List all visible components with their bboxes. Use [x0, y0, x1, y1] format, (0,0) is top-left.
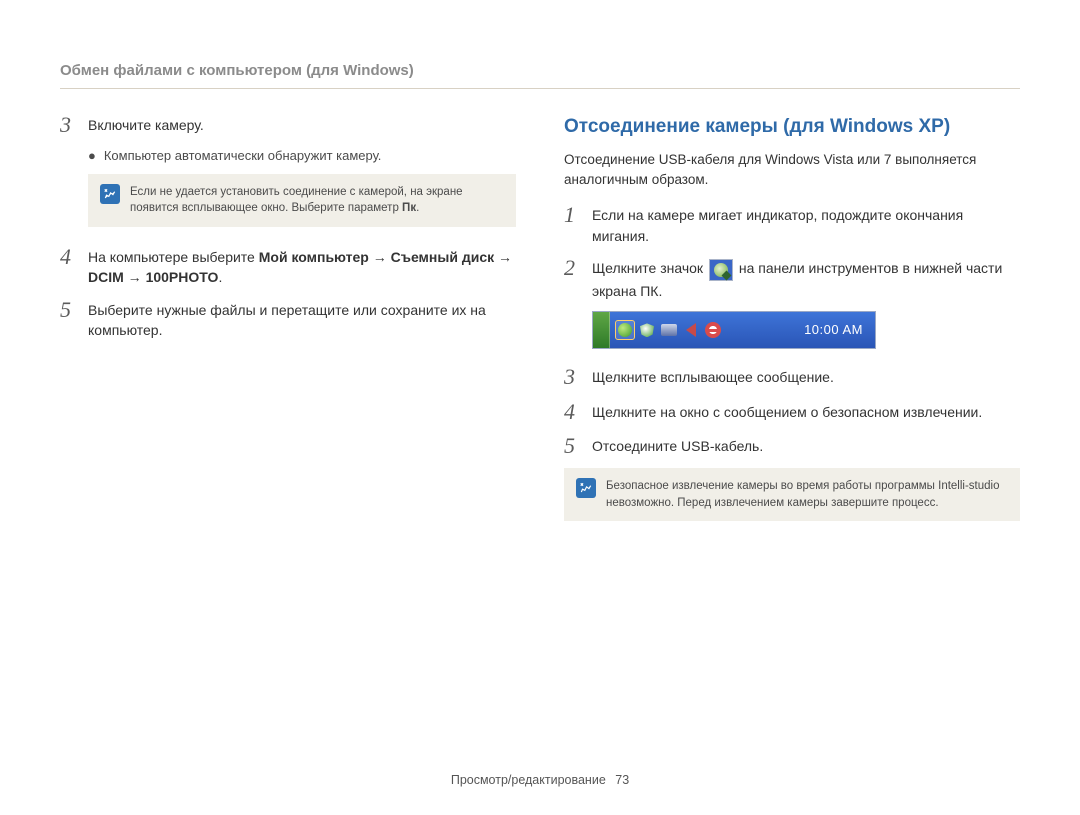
left-step-3: 3 Включите камеру. [60, 113, 516, 137]
tray-shield-icon [638, 321, 656, 339]
step-number: 2 [564, 256, 582, 280]
left-step-4: 4 На компьютере выберите Мой компьютер →… [60, 245, 516, 288]
step-text: На компьютере выберите Мой компьютер → С… [88, 245, 516, 288]
step-text: Включите камеру. [88, 113, 516, 135]
step-text: Выберите нужные файлы и перетащите или с… [88, 298, 516, 341]
taskbar-clock: 10:00 AM [792, 321, 875, 340]
page-footer: Просмотр/редактирование 73 [0, 771, 1080, 789]
tray-volume-icon [682, 321, 700, 339]
section-intro: Отсоединение USB-кабеля для Windows Vist… [564, 150, 1020, 189]
right-step-2: 2 Щелкните значок на панели инструментов… [564, 256, 1020, 301]
note-connection: Если не удается установить соединение с … [88, 174, 516, 227]
step-number: 4 [60, 245, 78, 269]
step-number: 1 [564, 203, 582, 227]
content-columns: 3 Включите камеру. ● Компьютер автоматич… [60, 113, 1020, 539]
note-intelli-studio: Безопасное извлечение камеры во время ра… [564, 468, 1020, 521]
note-icon [576, 478, 596, 498]
page-header: Обмен файлами с компьютером (для Windows… [60, 60, 1020, 89]
footer-section: Просмотр/редактирование [451, 773, 606, 787]
bullet-text: Компьютер автоматически обнаружит камеру… [104, 147, 382, 166]
left-step-5: 5 Выберите нужные файлы и перетащите или… [60, 298, 516, 341]
left-step-3-bullet: ● Компьютер автоматически обнаружит каме… [88, 147, 516, 166]
note-text: Если не удается установить соединение с … [130, 184, 463, 217]
tray-safely-remove-icon [616, 321, 634, 339]
step-number: 4 [564, 400, 582, 424]
step-text: Отсоедините USB-кабель. [592, 434, 1020, 456]
windows-xp-taskbar: 10:00 AM [592, 311, 876, 349]
note-text: Безопасное извлечение камеры во время ра… [606, 478, 1008, 511]
page-number: 73 [615, 773, 629, 787]
note-icon [100, 184, 120, 204]
section-title: Отсоединение камеры (для Windows XP) [564, 113, 1020, 141]
bullet-dot: ● [88, 147, 96, 166]
step-text: Если на камере мигает индикатор, подожди… [592, 203, 1020, 246]
step-number: 3 [564, 365, 582, 389]
right-step-4: 4 Щелкните на окно с сообщением о безопа… [564, 400, 1020, 424]
tray-noentry-icon [704, 321, 722, 339]
left-column: 3 Включите камеру. ● Компьютер автоматич… [60, 113, 516, 539]
step-text: Щелкните на окно с сообщением о безопасн… [592, 400, 1020, 422]
step-number: 5 [60, 298, 78, 322]
right-column: Отсоединение камеры (для Windows XP) Отс… [564, 113, 1020, 539]
manual-page: Обмен файлами с компьютером (для Windows… [0, 0, 1080, 815]
step-number: 5 [564, 434, 582, 458]
step-text: Щелкните всплывающее сообщение. [592, 365, 1020, 387]
tray-network-icon [660, 321, 678, 339]
step-text: Щелкните значок на панели инструментов в… [592, 256, 1020, 301]
taskbar-start-edge [593, 312, 610, 348]
right-step-5: 5 Отсоедините USB-кабель. [564, 434, 1020, 458]
system-tray [610, 312, 728, 348]
right-step-1: 1 Если на камере мигает индикатор, подож… [564, 203, 1020, 246]
safely-remove-hardware-icon [709, 259, 733, 281]
step-number: 3 [60, 113, 78, 137]
right-step-3: 3 Щелкните всплывающее сообщение. [564, 365, 1020, 389]
